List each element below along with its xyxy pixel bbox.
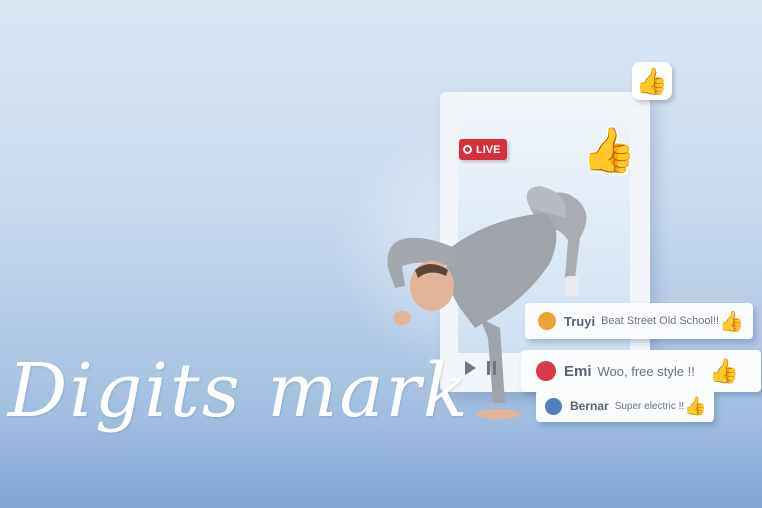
live-badge: LIVE (459, 139, 507, 160)
thumbs-up-icon: 👍 (684, 395, 707, 416)
brand-wordmark: Digits mark (8, 348, 470, 434)
avatar (545, 397, 562, 415)
thumbs-up-icon: 👍 (632, 62, 672, 100)
comment-card: Emi Woo, free style !! 👍 (521, 350, 761, 392)
avatar (538, 312, 556, 330)
thumbs-up-icon: 👍 (709, 357, 739, 385)
pause-icon[interactable] (487, 361, 497, 375)
comment-author: Bernar (570, 399, 609, 413)
comment-text: Woo, free style !! (597, 363, 695, 379)
comment-text: Beat Street Old School!! (601, 315, 720, 327)
record-icon (463, 145, 472, 154)
thumbs-up-icon: 👍 (719, 310, 744, 333)
live-badge-label: LIVE (476, 143, 501, 156)
avatar (536, 361, 556, 381)
comment-card: Truyi Beat Street Old School!! 👍 (525, 303, 753, 339)
comment-author: Emi (564, 362, 592, 380)
comment-card: Bernar Super electric !! 👍 (536, 390, 714, 422)
thumbs-up-icon: 👍 (581, 126, 637, 175)
comment-author: Truyi (564, 313, 596, 329)
comment-text: Super electric !! (614, 400, 685, 412)
